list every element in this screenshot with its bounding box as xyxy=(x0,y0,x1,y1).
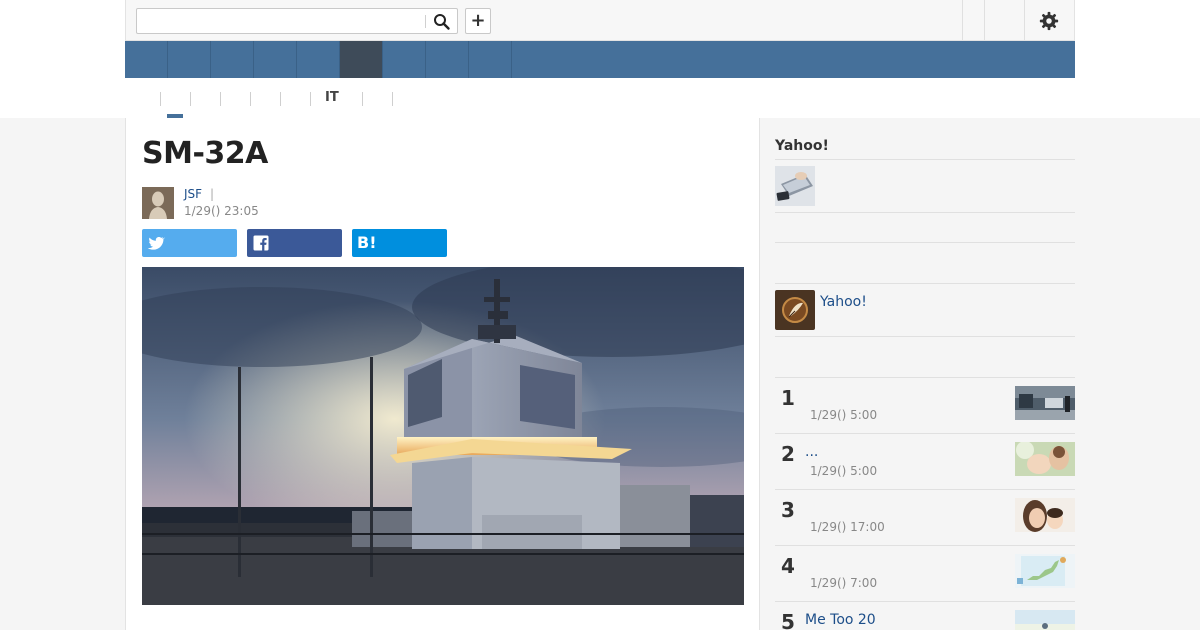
divider xyxy=(775,545,1075,546)
subcategory-tab-end xyxy=(392,92,394,106)
rank-number: 3 xyxy=(781,498,795,522)
settings-button[interactable] xyxy=(1038,10,1060,32)
rank-date: 1/29() 5:00 xyxy=(810,408,878,422)
ranking-item[interactable]: 3 1/29() 17:00 xyxy=(775,492,1075,548)
author-name[interactable]: JSF xyxy=(184,187,202,201)
search-button[interactable] xyxy=(433,13,451,31)
rank-date: 1/29() 17:00 xyxy=(810,520,885,534)
share-twitter-button[interactable] xyxy=(142,229,237,257)
rank-thumbnail[interactable] xyxy=(1015,554,1075,588)
nav-item[interactable] xyxy=(469,41,512,78)
twitter-icon xyxy=(147,236,165,250)
street-photo-thumbnail xyxy=(1015,386,1075,420)
header-toolbar: + xyxy=(125,0,1075,41)
rank-thumbnail[interactable] xyxy=(1015,498,1075,532)
header-divider xyxy=(984,0,985,40)
main-navbar xyxy=(125,41,1075,78)
article: SM-32A JSF | 1/29() 23:05 B! xyxy=(125,118,760,630)
article-photo xyxy=(142,267,744,605)
nav-item[interactable] xyxy=(254,41,297,78)
divider xyxy=(775,489,1075,490)
search-icon xyxy=(434,14,450,30)
rank-date: 1/29() 5:00 xyxy=(810,464,878,478)
subcategory-tab[interactable] xyxy=(362,92,392,106)
rank-date: 1/29() 7:00 xyxy=(810,576,878,590)
japan-map-thumbnail xyxy=(1015,554,1075,588)
rank-number: 5 xyxy=(781,610,795,630)
laptop-hands-image xyxy=(775,166,815,206)
nav-item[interactable] xyxy=(125,41,168,78)
divider xyxy=(775,212,1075,213)
nav-item[interactable] xyxy=(211,41,254,78)
subcategory-tab-label: IT xyxy=(325,90,339,105)
search-input[interactable] xyxy=(137,9,425,33)
nav-item[interactable] xyxy=(383,41,426,78)
subcategory-tab[interactable] xyxy=(280,92,310,106)
share-facebook-button[interactable] xyxy=(247,229,342,257)
ranking-item[interactable]: 2 ... 1/29() 5:00 xyxy=(775,436,1075,492)
nav-item[interactable] xyxy=(168,41,211,78)
sidebar-promo-icon[interactable] xyxy=(775,290,815,330)
header-divider xyxy=(1024,0,1025,40)
article-title: SM-32A xyxy=(142,136,268,171)
subcategory-tab[interactable] xyxy=(220,92,250,106)
subcategory-tab[interactable] xyxy=(160,92,190,106)
sidebar-heading: Yahoo! xyxy=(775,138,829,154)
facebook-icon xyxy=(253,235,269,251)
rank-number: 1 xyxy=(781,386,795,410)
rank-title[interactable]: ... xyxy=(805,444,818,460)
nav-item[interactable] xyxy=(297,41,340,78)
ranking-item[interactable]: 1 1/29() 5:00 xyxy=(775,380,1075,436)
author-avatar[interactable] xyxy=(142,187,174,219)
search-box xyxy=(136,8,458,34)
divider xyxy=(775,433,1075,434)
rank-title[interactable]: Me Too 20 xyxy=(805,612,876,628)
hatena-label: B! xyxy=(357,233,377,252)
rank-number: 2 xyxy=(781,442,795,466)
gear-icon xyxy=(1039,11,1059,31)
mother-child-photo-thumbnail xyxy=(1015,498,1075,532)
author-separator: | xyxy=(210,187,215,201)
ranking-item[interactable]: 5 Me Too 20 xyxy=(775,604,1075,630)
rank-thumbnail[interactable] xyxy=(1015,442,1075,476)
rank-number: 4 xyxy=(781,554,795,578)
divider xyxy=(775,336,1075,337)
nav-item-active[interactable] xyxy=(340,41,383,78)
sidebar-promo-link[interactable]: Yahoo! xyxy=(820,294,867,310)
rank-thumbnail[interactable] xyxy=(1015,610,1075,630)
search-divider xyxy=(425,15,426,28)
subcategory-tab[interactable] xyxy=(190,92,220,106)
nav-item[interactable] xyxy=(426,41,469,78)
person-silhouette-icon xyxy=(142,187,174,219)
divider xyxy=(775,377,1075,378)
sidebar: Yahoo! Yahoo! 1 1/29() 5:00 2 ... 1/29()… xyxy=(775,118,1075,630)
add-button[interactable]: + xyxy=(465,8,491,34)
divider xyxy=(775,601,1075,602)
baby-photo-thumbnail xyxy=(1015,442,1075,476)
subcategory-tab[interactable] xyxy=(250,92,280,106)
divider xyxy=(775,283,1075,284)
feather-pen-icon xyxy=(775,290,815,330)
divider xyxy=(775,242,1075,243)
ranking-item[interactable]: 4 1/29() 7:00 xyxy=(775,548,1075,604)
share-hatena-button[interactable]: B! xyxy=(352,229,447,257)
radar-building-photo xyxy=(142,267,744,605)
divider xyxy=(775,159,1075,160)
header-divider xyxy=(962,0,963,40)
article-date: 1/29() 23:05 xyxy=(184,204,259,218)
rank-thumbnail[interactable] xyxy=(1015,386,1075,420)
beach-photo-thumbnail xyxy=(1015,610,1075,630)
sidebar-promo-thumbnail[interactable] xyxy=(775,166,815,206)
